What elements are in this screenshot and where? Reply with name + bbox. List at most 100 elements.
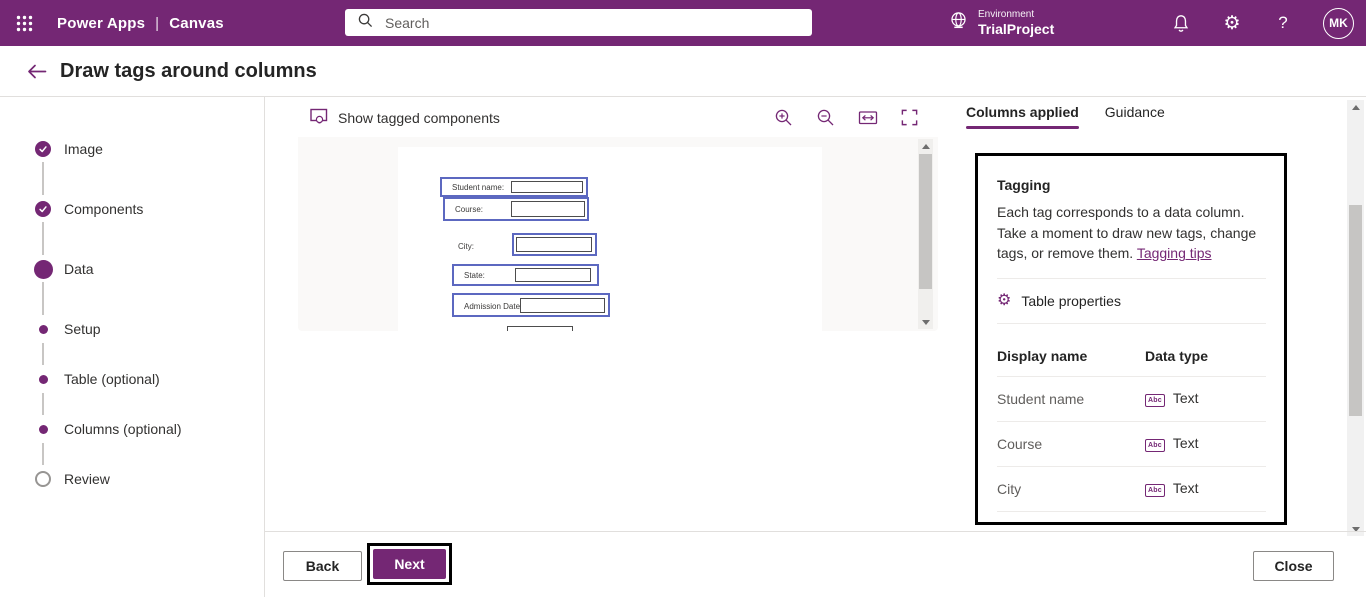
table-row[interactable]: Student name AbcText xyxy=(997,377,1266,422)
abc-text-icon: Abc xyxy=(1145,394,1165,407)
zoom-out-icon[interactable] xyxy=(815,107,836,128)
step-item-review[interactable]: Review xyxy=(31,467,110,491)
tagging-description-text: Each tag corresponds to a data column. T… xyxy=(997,204,1256,261)
columns-side-panel: Columns applied Guidance Tagging Each ta… xyxy=(966,98,1342,535)
fit-width-icon[interactable] xyxy=(857,107,878,128)
panel-scrollbar-thumb[interactable] xyxy=(1349,205,1362,416)
column-tag-state[interactable]: State: xyxy=(452,264,599,286)
next-button-focus-ring: Next xyxy=(367,543,452,585)
scroll-up-arrow-icon[interactable] xyxy=(1347,100,1364,114)
scroll-down-arrow-icon[interactable] xyxy=(1347,522,1364,536)
data-type-cell: AbcText xyxy=(1145,512,1266,525)
canvas-scrollbar[interactable] xyxy=(918,139,933,329)
step-label: Components xyxy=(64,201,143,217)
abc-text-icon: Abc xyxy=(1145,484,1165,497)
step-item-table-optional[interactable]: Table (optional) xyxy=(31,367,160,391)
form-input xyxy=(515,268,591,282)
canvas-scrollbar-thumb[interactable] xyxy=(919,154,932,289)
show-tagged-components-toggle[interactable]: Show tagged components xyxy=(310,107,500,129)
step-dot-icon xyxy=(39,425,48,434)
show-tagged-components-label: Show tagged components xyxy=(338,110,500,126)
document-page[interactable]: Student name: Course: City: State: Admis… xyxy=(398,147,822,331)
step-current-icon xyxy=(34,260,53,279)
column-tag-course[interactable]: Course: xyxy=(443,197,589,221)
step-complete-check-icon xyxy=(35,201,51,217)
form-field-label: Course: xyxy=(455,205,483,214)
step-connector xyxy=(42,393,44,415)
tab-guidance[interactable]: Guidance xyxy=(1105,104,1165,129)
back-arrow-icon[interactable] xyxy=(22,57,50,85)
canvas-viewport[interactable]: Student name: Course: City: State: Admis… xyxy=(298,137,938,331)
step-label: Columns (optional) xyxy=(64,421,182,437)
environment-picker[interactable]: Environment TrialProject xyxy=(948,5,1054,41)
step-item-image[interactable]: Image xyxy=(31,137,103,161)
column-header-display-name: Display name xyxy=(997,338,1145,377)
tagging-tips-link[interactable]: Tagging tips xyxy=(1137,245,1212,261)
table-row[interactable]: Course AbcText xyxy=(997,422,1266,467)
form-input xyxy=(516,237,592,252)
app-launcher-waffle-icon[interactable] xyxy=(0,0,48,46)
data-type-label: Text xyxy=(1173,480,1199,496)
page-title: Draw tags around columns xyxy=(60,60,317,83)
step-label: Image xyxy=(64,141,103,157)
step-item-columns-optional[interactable]: Columns (optional) xyxy=(31,417,182,441)
step-dot-icon xyxy=(39,325,48,334)
divider xyxy=(997,323,1266,324)
zoom-in-icon[interactable] xyxy=(773,107,794,128)
app-brand: Power Apps | Canvas xyxy=(57,0,224,46)
tab-columns-applied[interactable]: Columns applied xyxy=(966,104,1079,129)
account-avatar[interactable]: MK xyxy=(1323,8,1354,39)
columns-applied-table: Display name Data type Student name AbcT… xyxy=(997,338,1266,525)
step-connector xyxy=(42,343,44,365)
table-header-row: Display name Data type xyxy=(997,338,1266,377)
scroll-down-arrow-icon[interactable] xyxy=(918,315,933,329)
step-dot-icon xyxy=(39,375,48,384)
document-canvas-panel: Show tagged components Student name: xyxy=(298,98,938,331)
search-icon xyxy=(358,13,373,33)
close-button[interactable]: Close xyxy=(1253,551,1334,581)
step-connector xyxy=(42,222,44,255)
page-header: Draw tags around columns xyxy=(0,46,1366,97)
step-label: Data xyxy=(64,261,94,277)
back-button[interactable]: Back xyxy=(283,551,362,581)
display-name-cell: City xyxy=(997,467,1145,512)
search-input[interactable] xyxy=(383,14,767,32)
environment-label: Environment xyxy=(978,9,1054,21)
column-tag-city[interactable] xyxy=(512,233,597,256)
brand-name[interactable]: Power Apps xyxy=(57,15,145,32)
table-properties-label: Table properties xyxy=(1021,293,1121,309)
form-input xyxy=(511,181,583,193)
notifications-bell-icon[interactable] xyxy=(1170,12,1192,34)
tagging-card: Tagging Each tag corresponds to a data c… xyxy=(975,153,1287,525)
data-type-cell: AbcText xyxy=(1145,422,1266,467)
column-tag-student-name[interactable]: Student name: xyxy=(440,177,588,197)
fit-screen-icon[interactable] xyxy=(899,107,920,128)
form-field-label: Admission Date: xyxy=(464,302,522,311)
step-item-components[interactable]: Components xyxy=(31,197,143,221)
step-connector xyxy=(42,162,44,195)
data-type-label: Text xyxy=(1173,435,1199,451)
settings-gear-icon[interactable]: ⚙ xyxy=(1221,12,1243,34)
form-field-label: Student name: xyxy=(452,183,504,192)
step-label: Setup xyxy=(64,321,101,337)
show-tagged-components-icon xyxy=(310,107,329,129)
step-item-setup[interactable]: Setup xyxy=(31,317,101,341)
next-button[interactable]: Next xyxy=(373,549,446,579)
step-item-data[interactable]: Data xyxy=(31,257,94,281)
display-name-cell: Student name xyxy=(997,377,1145,422)
display-name-cell: Course xyxy=(997,422,1145,467)
scroll-up-arrow-icon[interactable] xyxy=(918,139,933,153)
global-search[interactable] xyxy=(345,9,812,36)
form-field-label: State: xyxy=(464,271,485,280)
form-field-label: City: xyxy=(458,242,474,251)
step-label: Review xyxy=(64,471,110,487)
table-row[interactable]: City Abc Text xyxy=(997,467,1266,512)
help-icon[interactable]: ? xyxy=(1272,12,1294,34)
table-row[interactable]: State AbcText xyxy=(997,512,1266,525)
panel-scrollbar[interactable] xyxy=(1347,100,1364,536)
step-label: Table (optional) xyxy=(64,371,160,387)
table-properties-button[interactable]: ⚙ Table properties xyxy=(997,293,1266,309)
app-name[interactable]: Canvas xyxy=(169,15,224,32)
panel-tabs: Columns applied Guidance xyxy=(966,104,1165,129)
column-tag-admission-date[interactable]: Admission Date: xyxy=(452,293,610,317)
